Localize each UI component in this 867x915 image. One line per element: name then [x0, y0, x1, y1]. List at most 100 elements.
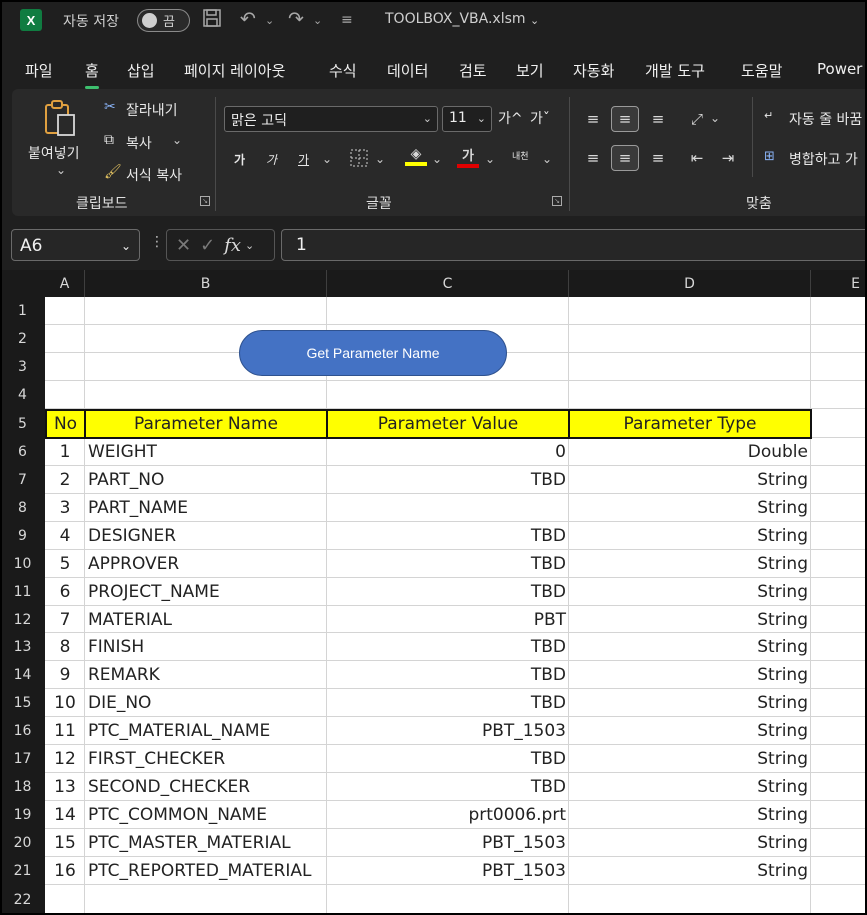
get-parameter-name-button[interactable]: Get Parameter Name	[239, 330, 507, 376]
cell-no[interactable]: 12	[45, 745, 85, 773]
row-header[interactable]: 12	[0, 606, 45, 633]
cell-parameter-name[interactable]: SECOND_CHECKER	[85, 773, 327, 801]
cancel-icon[interactable]: ✕	[176, 235, 191, 256]
cell-parameter-name[interactable]: PART_NAME	[85, 494, 327, 522]
column-header-b[interactable]: B	[85, 270, 327, 297]
cell-parameter-name[interactable]: DIE_NO	[85, 689, 327, 717]
row-header[interactable]: 14	[0, 661, 45, 689]
underline-button[interactable]: 가	[298, 151, 309, 168]
cell-parameter-name[interactable]: PTC_REPORTED_MATERIAL	[85, 857, 327, 885]
cell-parameter-type[interactable]: String	[569, 745, 811, 773]
row-header[interactable]: 8	[0, 494, 45, 522]
cell-no[interactable]: 2	[45, 466, 85, 494]
align-bottom-icon[interactable]: ≡	[644, 106, 672, 132]
row-header[interactable]: 4	[0, 381, 45, 409]
cell-no[interactable]: 11	[45, 717, 85, 745]
paste-icon[interactable]	[42, 99, 80, 143]
cell-parameter-value[interactable]: PBT_1503	[327, 829, 569, 857]
formula-input[interactable]: 1	[281, 229, 867, 261]
cell-parameter-value[interactable]: PBT_1503	[327, 857, 569, 885]
font-name-select[interactable]: 맑은 고딕 ⌄	[224, 106, 438, 132]
file-name[interactable]: TOOLBOX_VBA.xlsm	[385, 11, 526, 27]
row-header[interactable]: 20	[0, 829, 45, 857]
row-header[interactable]: 2	[0, 325, 45, 353]
cell-parameter-type[interactable]: String	[569, 633, 811, 661]
cell-parameter-name[interactable]: PTC_MATERIAL_NAME	[85, 717, 327, 745]
header-no[interactable]: No	[45, 409, 86, 439]
cell-parameter-value[interactable]: 0	[327, 438, 569, 466]
cell-parameter-type[interactable]: String	[569, 857, 811, 885]
column-header-e[interactable]: E	[811, 270, 867, 297]
cell-parameter-type[interactable]: String	[569, 717, 811, 745]
align-right-icon[interactable]: ≡	[644, 145, 672, 171]
tab-power[interactable]: Power	[817, 60, 862, 78]
font-color-dropdown-icon[interactable]: ⌄	[485, 152, 495, 166]
clipboard-launcher-icon[interactable]: ↘	[200, 196, 210, 206]
cell-parameter-type[interactable]: String	[569, 661, 811, 689]
name-box[interactable]: A6 ⌄	[11, 229, 140, 261]
cell-no[interactable]: 13	[45, 773, 85, 801]
fill-color-dropdown-icon[interactable]: ⌄	[432, 152, 442, 166]
cell-parameter-type[interactable]: String	[569, 773, 811, 801]
cell-parameter-type[interactable]: String	[569, 829, 811, 857]
align-top-icon[interactable]: ≡	[579, 106, 607, 132]
cell-parameter-value[interactable]: TBD	[327, 522, 569, 550]
cell-no[interactable]: 8	[45, 633, 85, 661]
cell-no[interactable]: 14	[45, 801, 85, 829]
header-parameter-type[interactable]: Parameter Type	[568, 409, 812, 439]
increase-indent-icon[interactable]: ⇥	[714, 145, 742, 171]
phonetic-dropdown-icon[interactable]: ⌄	[542, 152, 552, 166]
tab-review[interactable]: 검토	[459, 60, 487, 81]
column-header-c[interactable]: C	[327, 270, 569, 297]
row-header[interactable]: 10	[0, 550, 45, 578]
cell-parameter-value[interactable]: TBD	[327, 633, 569, 661]
cell-parameter-value[interactable]: TBD	[327, 578, 569, 606]
cell-parameter-value[interactable]: TBD	[327, 550, 569, 578]
format-painter-button[interactable]: 서식 복사	[126, 165, 182, 185]
cut-button[interactable]: 잘라내기	[126, 100, 178, 120]
align-left-icon[interactable]: ≡	[579, 145, 607, 171]
merge-center-button[interactable]: 병합하고 가	[789, 149, 858, 169]
cell-parameter-name[interactable]: PROJECT_NAME	[85, 578, 327, 606]
tab-file[interactable]: 파일	[25, 60, 53, 81]
font-launcher-icon[interactable]: ↘	[552, 196, 562, 206]
cell-no[interactable]: 4	[45, 522, 85, 550]
paste-button[interactable]: 붙여넣기	[28, 143, 80, 163]
copy-dropdown-icon[interactable]: ⌄	[172, 133, 182, 147]
font-color-icon[interactable]: 가	[454, 143, 482, 169]
cell-parameter-type[interactable]: String	[569, 689, 811, 717]
cell-parameter-value[interactable]: TBD	[327, 466, 569, 494]
fill-color-icon[interactable]: ◈	[402, 143, 430, 169]
cell-parameter-name[interactable]: APPROVER	[85, 550, 327, 578]
cell-parameter-type[interactable]: Double	[569, 438, 811, 466]
cell-parameter-type[interactable]: String	[569, 522, 811, 550]
row-header[interactable]: 6	[0, 438, 45, 466]
font-size-select[interactable]: 11 ⌄	[442, 106, 492, 132]
cell-parameter-type[interactable]: String	[569, 550, 811, 578]
row-header[interactable]: 22	[0, 885, 45, 915]
copy-button[interactable]: 복사	[126, 133, 152, 153]
paste-dropdown-icon[interactable]: ⌄	[56, 163, 66, 177]
orientation-dropdown-icon[interactable]: ⌄	[710, 111, 720, 125]
cell-no[interactable]: 6	[45, 578, 85, 606]
borders-icon[interactable]	[345, 145, 373, 171]
cell-no[interactable]: 5	[45, 550, 85, 578]
cell-parameter-type[interactable]: String	[569, 606, 811, 633]
row-header[interactable]: 1	[0, 297, 45, 325]
cell-parameter-name[interactable]: REMARK	[85, 661, 327, 689]
cell-parameter-name[interactable]: PTC_MASTER_MATERIAL	[85, 829, 327, 857]
cell-parameter-value[interactable]: TBD	[327, 661, 569, 689]
insert-function-button[interactable]: fx	[224, 235, 241, 256]
row-header[interactable]: 18	[0, 773, 45, 801]
cell-parameter-value[interactable]: prt0006.prt	[327, 801, 569, 829]
header-parameter-name[interactable]: Parameter Name	[84, 409, 328, 439]
more-options-icon[interactable]: ⋮	[150, 234, 164, 250]
phonetic-guide-button[interactable]: 내천	[512, 149, 529, 162]
row-header[interactable]: 21	[0, 857, 45, 885]
tab-data[interactable]: 데이터	[387, 60, 428, 81]
tab-home[interactable]: 홈	[85, 60, 99, 89]
chevron-down-icon[interactable]: ⌄	[245, 239, 254, 252]
cell-parameter-name[interactable]: DESIGNER	[85, 522, 327, 550]
row-header[interactable]: 19	[0, 801, 45, 829]
decrease-indent-icon[interactable]: ⇤	[683, 145, 711, 171]
